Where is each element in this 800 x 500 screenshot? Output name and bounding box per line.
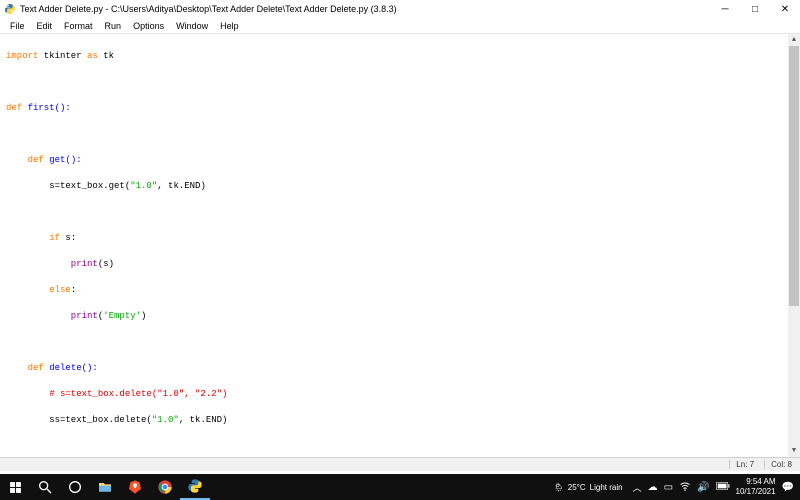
status-line: Ln: 7 (729, 460, 754, 469)
notifications-icon[interactable]: 💬 (782, 482, 794, 493)
battery-icon[interactable] (716, 481, 730, 494)
taskbar-cortana[interactable] (60, 474, 90, 500)
vertical-scrollbar[interactable]: ▲ ▼ (788, 34, 800, 457)
status-col: Col: 8 (764, 460, 792, 469)
taskbar-search[interactable] (30, 474, 60, 500)
menu-options[interactable]: Options (127, 21, 170, 31)
menu-bar: File Edit Format Run Options Window Help (0, 18, 800, 34)
code-editor[interactable]: import tkinter as tk def first(): def ge… (0, 34, 800, 457)
menu-edit[interactable]: Edit (31, 21, 59, 31)
system-tray: ︿ ☁ ▭ 🔊 9:54 AM 10/17/2021 💬 (633, 477, 800, 497)
scroll-down-icon[interactable]: ▼ (788, 445, 800, 457)
maximize-button[interactable]: □ (740, 0, 770, 18)
volume-icon[interactable]: 🔊 (697, 482, 709, 493)
menu-file[interactable]: File (4, 21, 31, 31)
menu-run[interactable]: Run (99, 21, 128, 31)
minimize-button[interactable]: ─ (710, 0, 740, 18)
weather-desc: Light rain (590, 483, 623, 492)
wifi-icon[interactable] (679, 480, 691, 495)
onedrive-icon[interactable]: ☁ (648, 482, 658, 493)
title-bar: Text Adder Delete.py - C:\Users\Aditya\D… (0, 0, 800, 18)
menu-window[interactable]: Window (170, 21, 214, 31)
taskbar-chrome[interactable] (150, 474, 180, 500)
taskbar-explorer[interactable] (90, 474, 120, 500)
window-title: Text Adder Delete.py - C:\Users\Aditya\D… (20, 4, 710, 14)
scrollbar-thumb[interactable] (789, 46, 799, 306)
start-button[interactable] (0, 474, 30, 500)
close-button[interactable]: ✕ (770, 0, 800, 18)
weather-icon: 🌦 (554, 483, 564, 492)
app-icon (4, 3, 16, 15)
clock-time: 9:54 AM (736, 477, 776, 487)
taskbar-weather[interactable]: 🌦 25°C Light rain (554, 483, 623, 492)
taskbar-idle[interactable] (180, 474, 210, 500)
status-bar: Ln: 7 Col: 8 (0, 457, 800, 471)
taskbar-clock[interactable]: 9:54 AM 10/17/2021 (736, 477, 776, 497)
meet-now-icon[interactable]: ▭ (664, 482, 673, 493)
weather-temp: 25°C (568, 483, 586, 492)
menu-help[interactable]: Help (214, 21, 245, 31)
clock-date: 10/17/2021 (736, 487, 776, 497)
tray-overflow-icon[interactable]: ︿ (633, 481, 642, 494)
menu-format[interactable]: Format (58, 21, 99, 31)
scroll-up-icon[interactable]: ▲ (788, 34, 800, 46)
taskbar: 🌦 25°C Light rain ︿ ☁ ▭ 🔊 9:54 AM 10/17/… (0, 474, 800, 500)
taskbar-brave[interactable] (120, 474, 150, 500)
